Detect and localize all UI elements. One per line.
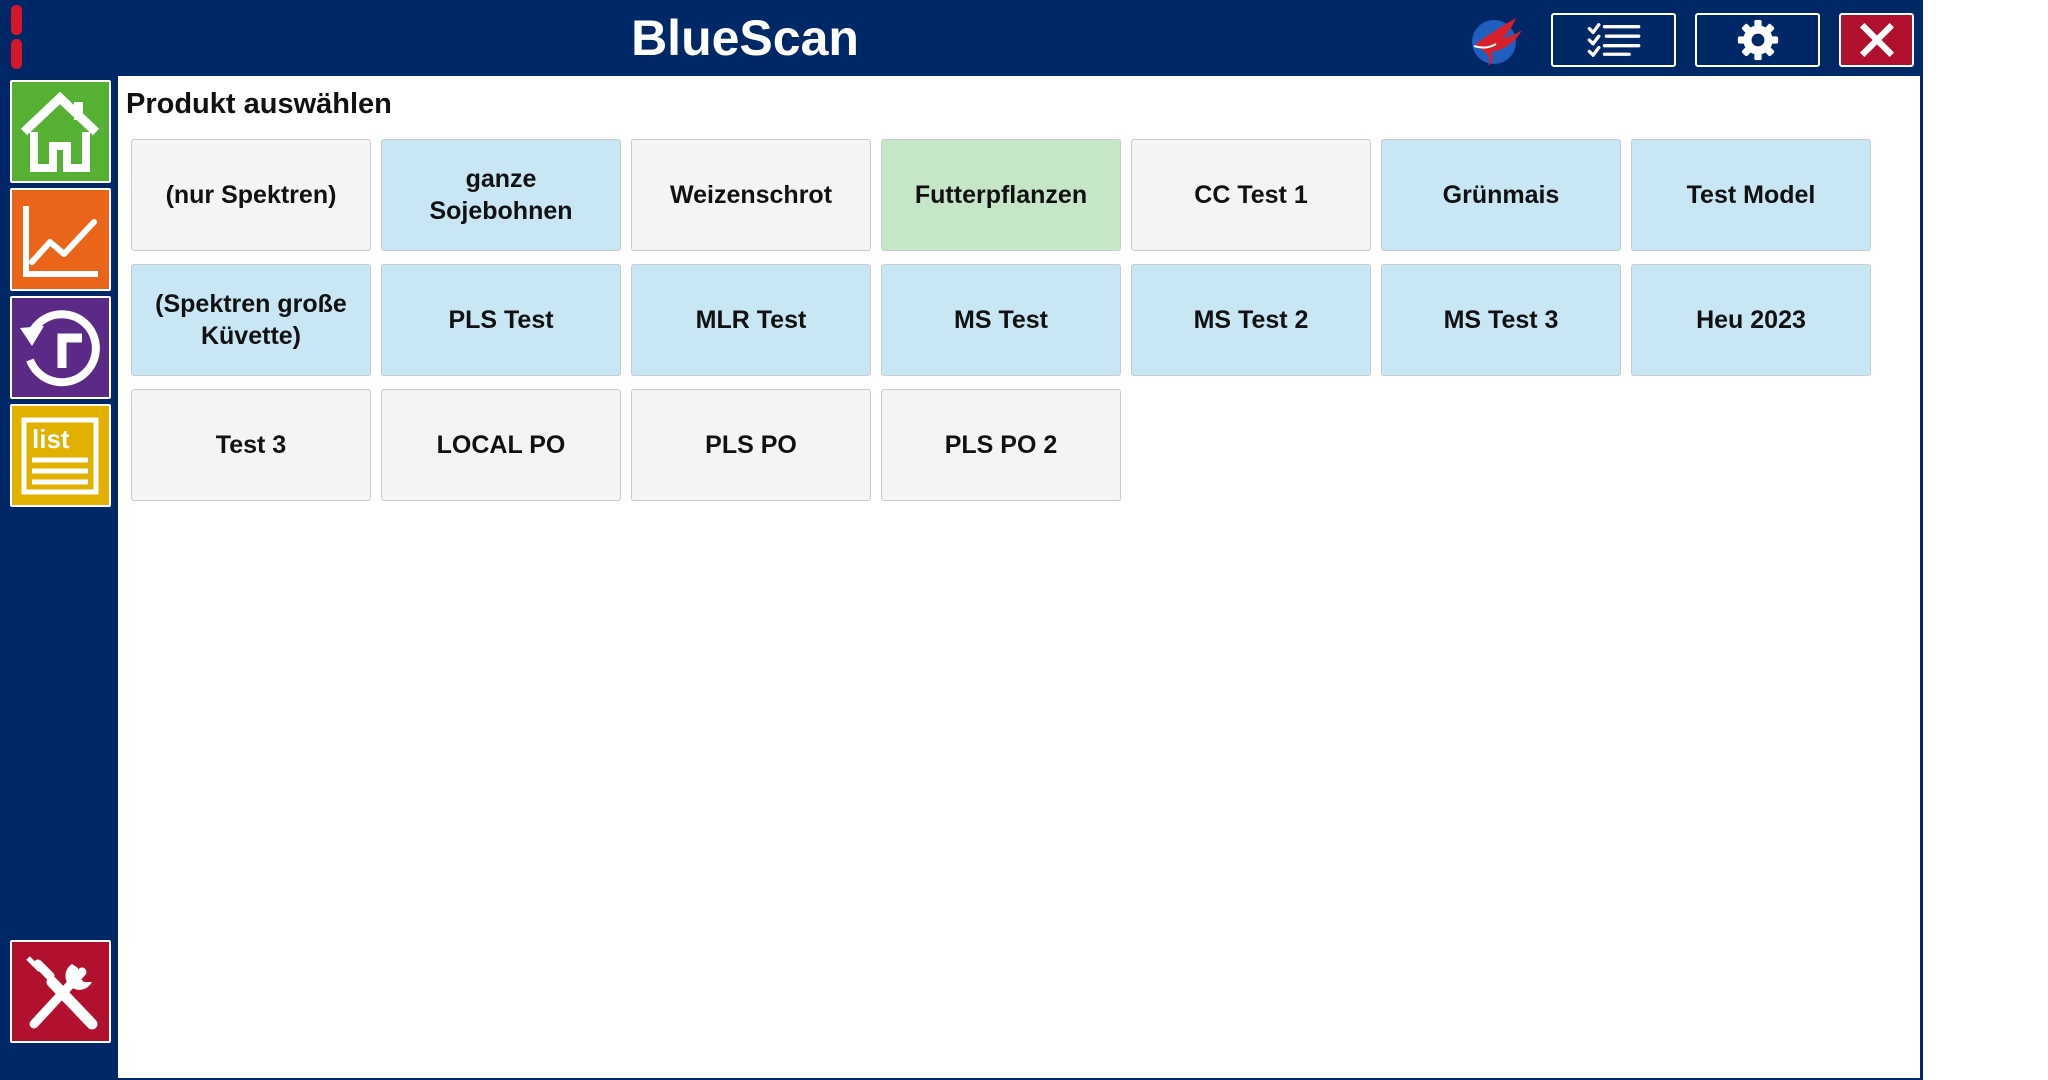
bird-logo-icon	[1466, 10, 1526, 68]
checklist-icon	[1587, 23, 1640, 57]
svg-text:list: list	[32, 424, 70, 454]
close-icon	[1859, 22, 1894, 58]
product-tile[interactable]: Test 3	[131, 389, 371, 501]
app-title: BlueScan	[631, 10, 859, 66]
sidebar-item-home[interactable]	[10, 80, 111, 183]
status-indicator	[11, 5, 22, 69]
gear-icon	[1737, 19, 1778, 61]
product-tile[interactable]: LOCAL PO	[381, 389, 621, 501]
product-tile[interactable]: PLS Test	[381, 264, 621, 376]
product-tile[interactable]: Weizenschrot	[631, 139, 871, 251]
product-tile[interactable]: (nur Spektren)	[131, 139, 371, 251]
product-tile[interactable]: CC Test 1	[1131, 139, 1371, 251]
product-tile[interactable]: Futterpflanzen	[881, 139, 1121, 251]
product-tile[interactable]: (Spektren große Küvette)	[131, 264, 371, 376]
title-bar: BlueScan	[0, 0, 1923, 76]
product-tile[interactable]: MLR Test	[631, 264, 871, 376]
status-led-lower	[11, 39, 22, 69]
product-grid: (nur Spektren) ganze Sojebohnen Weizenschr…	[131, 139, 1871, 501]
settings-button[interactable]	[1695, 13, 1820, 67]
page-title: Produkt auswählen	[126, 88, 392, 120]
product-tile[interactable]: Grünmais	[1381, 139, 1621, 251]
product-tile[interactable]: Test Model	[1631, 139, 1871, 251]
product-tile[interactable]: Heu 2023	[1631, 264, 1871, 376]
close-button[interactable]	[1839, 13, 1914, 67]
tools-icon	[26, 956, 98, 1030]
app-window: BlueScan list Produkt auswählen (nur Spe…	[0, 0, 1923, 1080]
history-icon	[20, 310, 100, 387]
status-led-upper	[11, 5, 22, 35]
product-tile[interactable]: MS Test	[881, 264, 1121, 376]
sidebar-item-chart[interactable]	[10, 188, 111, 291]
sidebar-item-history[interactable]	[10, 296, 111, 399]
product-tile[interactable]: ganze Sojebohnen	[381, 139, 621, 251]
list-icon: list	[21, 417, 99, 495]
checklist-button[interactable]	[1551, 13, 1676, 67]
product-tile[interactable]: PLS PO 2	[881, 389, 1121, 501]
product-tile[interactable]: MS Test 3	[1381, 264, 1621, 376]
home-icon	[20, 91, 100, 172]
main-content: Produkt auswählen (nur Spektren) ganze So…	[118, 76, 1920, 1078]
product-tile[interactable]: PLS PO	[631, 389, 871, 501]
line-chart-icon	[23, 206, 98, 277]
sidebar-item-list[interactable]: list	[10, 404, 111, 507]
sidebar-item-tools[interactable]	[10, 940, 111, 1043]
product-tile[interactable]: MS Test 2	[1131, 264, 1371, 376]
